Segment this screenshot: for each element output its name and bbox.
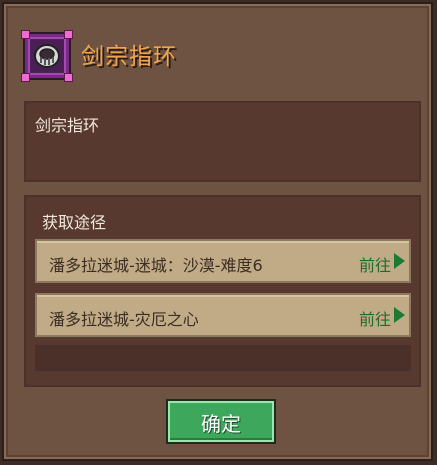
item-source-dialog: 剑宗指环 剑宗指环 获取途径 潘多拉迷城-迷城：沙漠-难度6 前往 潘多拉迷城-… <box>2 2 433 461</box>
ring-icon <box>34 44 60 68</box>
confirm-button[interactable]: 确定 <box>166 399 276 444</box>
item-icon-frame <box>21 30 73 82</box>
icon-corner-gem <box>64 73 73 82</box>
description-panel: 剑宗指环 <box>24 101 421 182</box>
empty-row-slot <box>35 345 411 371</box>
item-title: 剑宗指环 <box>81 44 177 70</box>
goto-link[interactable]: 前往 <box>359 306 391 330</box>
play-arrow-icon[interactable] <box>394 253 405 269</box>
goto-link[interactable]: 前往 <box>359 252 391 276</box>
icon-corner-gem <box>21 30 30 39</box>
source-row[interactable]: 潘多拉迷城-灾厄之心 前往 <box>35 293 411 337</box>
source-row[interactable]: 潘多拉迷城-迷城：沙漠-难度6 前往 <box>35 239 411 283</box>
item-description: 剑宗指环 <box>35 116 100 135</box>
source-panel: 获取途径 潘多拉迷城-迷城：沙漠-难度6 前往 潘多拉迷城-灾厄之心 前往 <box>24 195 421 387</box>
confirm-button-label: 确定 <box>201 412 241 436</box>
icon-corner-gem <box>21 73 30 82</box>
source-row-label: 潘多拉迷城-灾厄之心 <box>49 310 199 329</box>
source-heading: 获取途径 <box>42 213 107 232</box>
play-arrow-icon[interactable] <box>394 307 405 323</box>
icon-corner-gem <box>64 30 73 39</box>
source-row-label: 潘多拉迷城-迷城：沙漠-难度6 <box>49 256 263 275</box>
